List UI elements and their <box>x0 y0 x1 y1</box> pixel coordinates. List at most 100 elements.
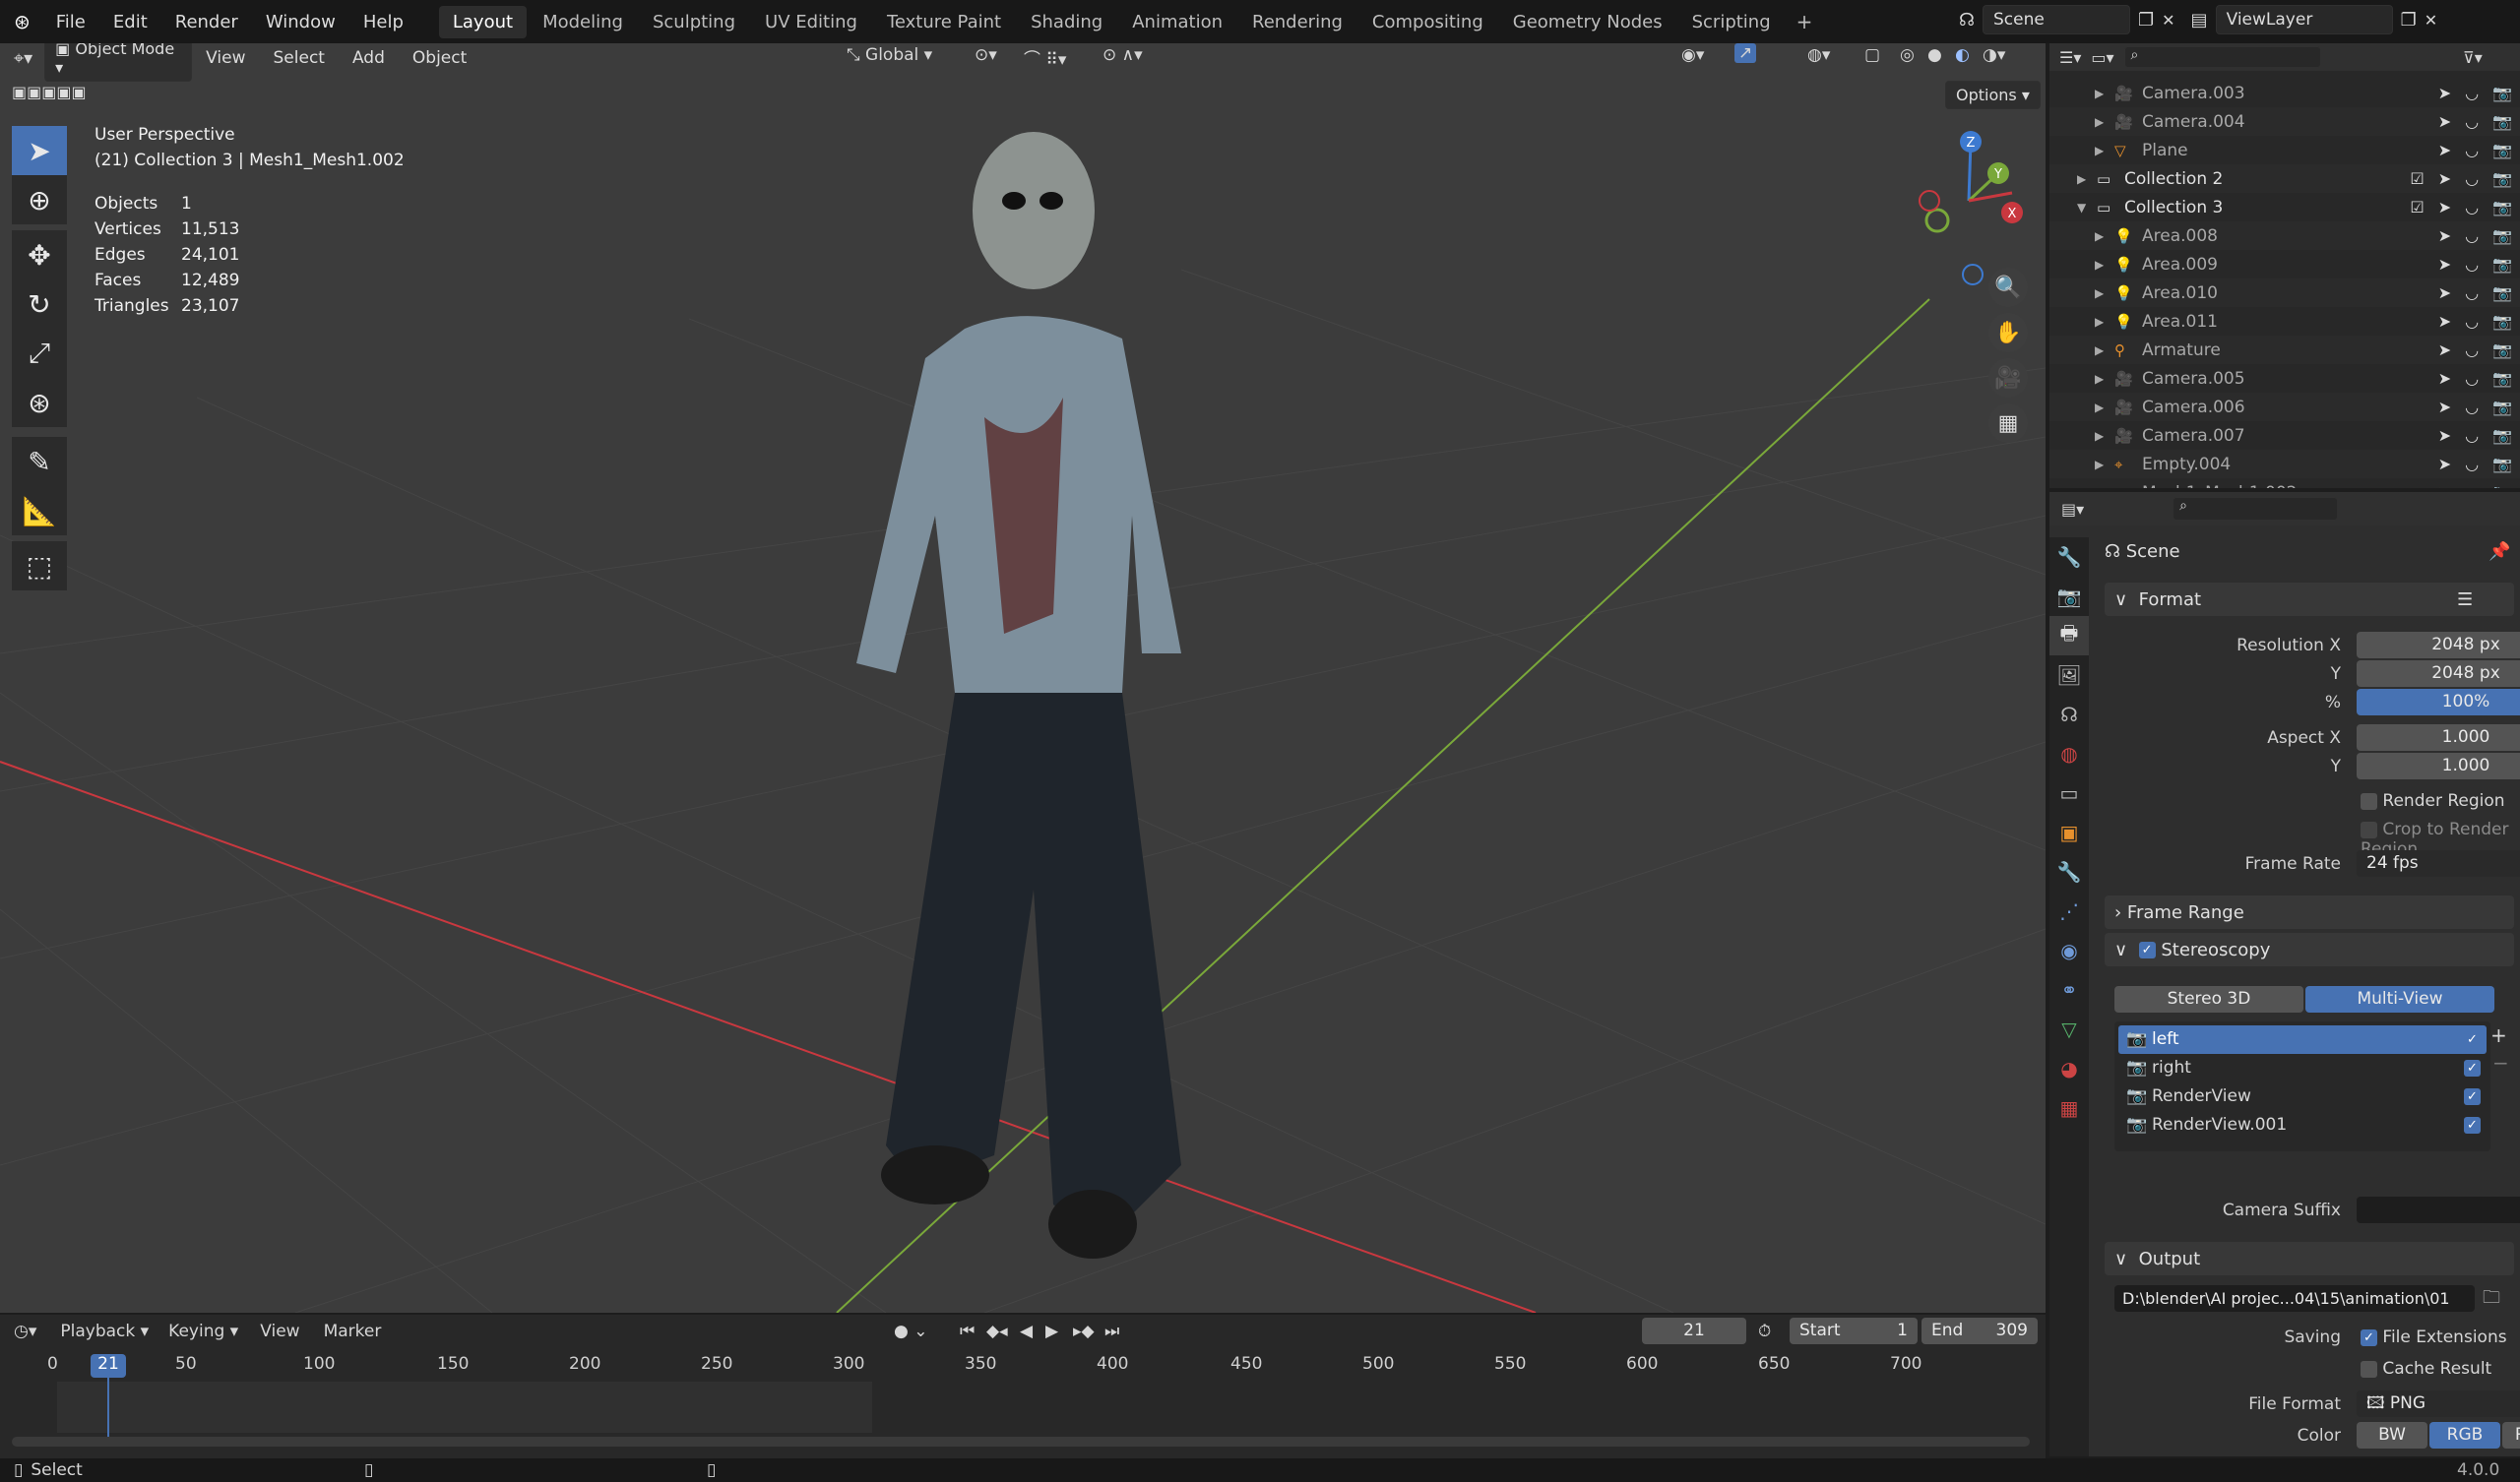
shading-wireframe-icon[interactable]: ◎ <box>1900 45 1915 65</box>
rotate-tool-icon[interactable]: ↻ <box>12 279 67 329</box>
play-icon[interactable]: ▶ <box>1045 1322 1058 1341</box>
outliner-row[interactable]: ▶ ⚲ Armature ➤ ◡ 📷 <box>2049 336 2520 364</box>
eye-icon[interactable]: ◡ <box>2465 141 2479 159</box>
add-workspace-icon[interactable]: + <box>1787 10 1823 33</box>
menu-view[interactable]: View <box>192 48 259 68</box>
stereoscopy-panel-header[interactable]: ∨ ✓ Stereoscopy <box>2105 933 2514 966</box>
menu-object[interactable]: Object <box>399 48 480 68</box>
eye-icon[interactable]: ◡ <box>2465 255 2479 274</box>
selectable-icon[interactable]: ➤ <box>2438 141 2451 159</box>
menu-select[interactable]: Select <box>260 48 339 68</box>
shading-rendered-icon[interactable]: ◑▾ <box>1983 45 2005 65</box>
mode-selector[interactable]: ▣ Object Mode ▾ <box>44 43 193 82</box>
expand-arrow-icon[interactable]: ▶ <box>2095 229 2104 243</box>
resolution-y-field[interactable]: 2048 px <box>2357 660 2520 687</box>
eye-icon[interactable]: ◡ <box>2465 369 2479 388</box>
properties-editor-icon[interactable]: ▤▾ <box>2061 500 2084 519</box>
selectable-icon[interactable]: ➤ <box>2438 169 2451 188</box>
eye-icon[interactable]: ◡ <box>2465 84 2479 102</box>
timeline-view-menu[interactable]: View <box>248 1322 311 1341</box>
view-enabled-checkbox[interactable]: ✓ <box>2464 1060 2481 1077</box>
zoom-icon[interactable]: 🔍 <box>1988 268 2028 307</box>
output-tab-icon[interactable]: 🖶 <box>2049 616 2089 655</box>
select-mode-buttons[interactable]: ▣▣▣▣▣ <box>12 83 87 101</box>
frame-range-panel-header[interactable]: › Frame Range <box>2105 895 2514 929</box>
next-keyframe-icon[interactable]: ▸◆ <box>1073 1322 1095 1341</box>
selectable-icon[interactable]: ➤ <box>2438 255 2451 274</box>
frame-rate-dropdown[interactable]: 24 fps⌄ <box>2357 850 2520 877</box>
camera-render-icon[interactable]: 📷 <box>2492 141 2512 159</box>
modifier-tab-icon[interactable]: 🔧 <box>2049 852 2089 892</box>
tab-compositing[interactable]: Compositing <box>1358 6 1497 38</box>
add-view-icon[interactable]: + <box>2490 1023 2507 1047</box>
outliner-row[interactable]: ▶ 💡 Area.009 ➤ ◡ 📷 <box>2049 250 2520 278</box>
xray-icon[interactable]: ▢ <box>1864 45 1880 65</box>
physics-tab-icon[interactable]: ◉ <box>2049 931 2089 970</box>
camera-render-icon[interactable]: 📷 <box>2492 112 2512 131</box>
selectable-icon[interactable]: ➤ <box>2438 312 2451 331</box>
play-reverse-icon[interactable]: ◀ <box>1020 1322 1033 1341</box>
start-frame-field[interactable]: Start 1 <box>1790 1318 1918 1344</box>
move-tool-icon[interactable]: ✥ <box>12 230 67 279</box>
tab-sculpting[interactable]: Sculpting <box>639 6 749 38</box>
options-dropdown[interactable]: Options ▾ <box>1945 81 2041 109</box>
expand-arrow-icon[interactable]: ▶ <box>2095 258 2104 272</box>
pin-icon[interactable]: 📌 <box>2488 541 2510 562</box>
stopwatch-icon[interactable]: ⏱ <box>1758 1322 1771 1341</box>
eye-icon[interactable]: ◡ <box>2465 312 2479 331</box>
camera-render-icon[interactable]: 📷 <box>2492 312 2512 331</box>
measure-tool-icon[interactable]: 📐 <box>12 486 67 535</box>
expand-arrow-icon[interactable]: ▶ <box>2095 486 2104 489</box>
editor-type-icon[interactable]: ⌖▾ <box>0 48 44 69</box>
outliner-row[interactable]: ▶ 🎥 Camera.006 ➤ ◡ 📷 <box>2049 393 2520 421</box>
tab-scripting[interactable]: Scripting <box>1678 6 1785 38</box>
outliner-row[interactable]: ▶ 🎥 Camera.007 ➤ ◡ 📷 <box>2049 421 2520 450</box>
current-frame-field[interactable]: 21 <box>1642 1318 1746 1344</box>
pivot-icon[interactable]: ⊙▾ <box>975 45 997 65</box>
eye-icon[interactable]: ◡ <box>2465 226 2479 245</box>
marker-menu[interactable]: Marker <box>312 1322 394 1341</box>
shading-solid-icon[interactable]: ● <box>1927 45 1942 65</box>
gizmo-toggle-icon[interactable]: ↗ <box>1734 43 1757 63</box>
expand-arrow-icon[interactable]: ▶ <box>2095 144 2104 157</box>
menu-add[interactable]: Add <box>339 48 399 68</box>
camera-render-icon[interactable]: 📷 <box>2492 398 2512 416</box>
camera-render-icon[interactable]: 📷 <box>2492 340 2512 359</box>
data-tab-icon[interactable]: ▽ <box>2049 1010 2089 1049</box>
aspect-x-field[interactable]: 1.000 <box>2357 724 2520 751</box>
expand-arrow-icon[interactable]: ▶ <box>2095 458 2104 471</box>
camera-render-icon[interactable]: 📷 <box>2492 455 2512 473</box>
selectable-icon[interactable]: ➤ <box>2438 398 2451 416</box>
eye-icon[interactable]: ◡ <box>2465 340 2479 359</box>
object-tab-icon[interactable]: ▣ <box>2049 813 2089 852</box>
camera-render-icon[interactable]: 📷 <box>2492 226 2512 245</box>
camera-view-icon[interactable]: 🎥 <box>1988 358 2028 398</box>
particles-tab-icon[interactable]: ⋰ <box>2049 892 2089 931</box>
outliner-row[interactable]: ▶ 💡 Area.008 ➤ ◡ 📷 <box>2049 221 2520 250</box>
scene-icon[interactable]: ☊ <box>1959 10 1975 31</box>
view-list-item[interactable]: 📷 RenderView ✓ <box>2118 1082 2487 1111</box>
outliner-row[interactable]: ▶ 🎥 Camera.003 ➤ ◡ 📷 <box>2049 79 2520 107</box>
scale-tool-icon[interactable]: ⤢ <box>12 329 67 378</box>
selectable-icon[interactable]: ➤ <box>2438 112 2451 131</box>
multi-view-button[interactable]: Multi-View <box>2305 986 2494 1013</box>
tab-rendering[interactable]: Rendering <box>1238 6 1356 38</box>
record-icon[interactable]: ● ⌄ <box>894 1322 927 1341</box>
resolution-percent-slider[interactable]: 100% <box>2357 689 2520 715</box>
view-list-item[interactable]: 📷 left ✓ <box>2118 1025 2487 1054</box>
new-scene-icon[interactable]: ❐ <box>2138 10 2154 31</box>
expand-arrow-icon[interactable]: ▶ <box>2095 429 2104 443</box>
overlay-toggle-icon[interactable]: ◍▾ <box>1807 45 1830 65</box>
output-path-input[interactable]: D:\blender\AI projec...04\15\animation\0… <box>2114 1285 2475 1312</box>
transform-orientation-dropdown[interactable]: ⤡ Global ▾ <box>847 45 932 65</box>
file-format-dropdown[interactable]: 🖾 PNG <box>2357 1390 2520 1417</box>
output-panel-header[interactable]: ∨ Output <box>2105 1242 2514 1275</box>
blender-logo-icon[interactable]: ⊛ <box>0 10 42 33</box>
folder-icon[interactable]: 🗀 <box>2483 1285 2500 1315</box>
delete-scene-icon[interactable]: ✕ <box>2162 11 2174 30</box>
outliner-row[interactable]: ▶ 🎥 Camera.004 ➤ ◡ 📷 <box>2049 107 2520 136</box>
view-layer-field[interactable]: ViewLayer <box>2215 5 2393 34</box>
file-extensions-checkbox[interactable]: ✓ File Extensions <box>2361 1328 2507 1347</box>
outliner-row[interactable]: ▶ ▽ Mesh1_Mesh1.002 ➤ ◡ 📷 <box>2049 478 2520 488</box>
expand-arrow-icon[interactable]: ▶ <box>2077 172 2086 186</box>
